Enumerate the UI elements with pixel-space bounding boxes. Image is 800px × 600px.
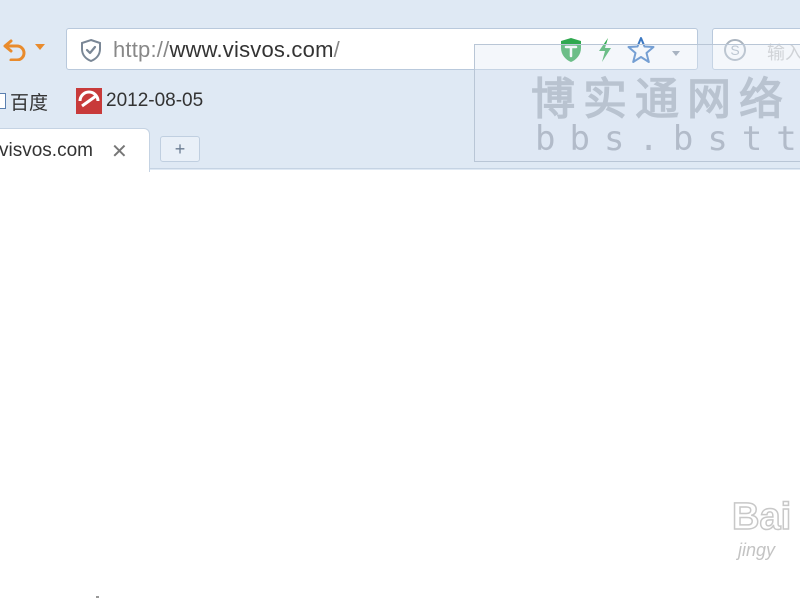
dropdown-caret-icon[interactable]	[34, 42, 48, 56]
watermark-text-cn: 博实通网络	[531, 75, 791, 124]
url-suffix: /	[333, 37, 340, 62]
toolbar-divider	[150, 168, 800, 169]
stray-mark	[96, 596, 99, 598]
bookmark-2012-08-05[interactable]: 2012-08-05	[76, 88, 203, 114]
browser-window: http://www.visvos.com/ S 输入 百度 2012-08-0…	[0, 0, 800, 600]
corner-watermark: Bai jingy	[731, 495, 800, 576]
url-host: www.visvos.com	[169, 37, 334, 62]
url-prefix: http://	[113, 37, 170, 62]
tab-visvos[interactable]: visvos.com ✕	[0, 128, 150, 172]
shield-check-icon[interactable]	[79, 38, 103, 63]
undo-arrow-icon[interactable]	[0, 34, 32, 64]
bookmark-label: 百度	[10, 92, 49, 114]
bookmark-label: 2012-08-05	[106, 90, 204, 111]
watermark-text-en: bbs.bstto	[535, 119, 800, 159]
page-icon	[0, 93, 6, 109]
corner-watermark-main: Bai	[731, 495, 792, 539]
url-text[interactable]: http://www.visvos.com/	[113, 37, 340, 63]
close-icon[interactable]: ✕	[111, 139, 128, 164]
tab-title: visvos.com	[0, 140, 93, 161]
new-tab-button[interactable]: +	[160, 136, 200, 162]
watermark-panel: 博实通网络 bbs.bstto	[474, 44, 800, 162]
bookmark-baidu[interactable]: 百度	[0, 88, 48, 114]
favicon-icon	[76, 88, 102, 114]
browser-toolbar: http://www.visvos.com/ S 输入 百度 2012-08-0…	[0, 0, 800, 172]
corner-watermark-sub: jingy	[738, 540, 776, 560]
